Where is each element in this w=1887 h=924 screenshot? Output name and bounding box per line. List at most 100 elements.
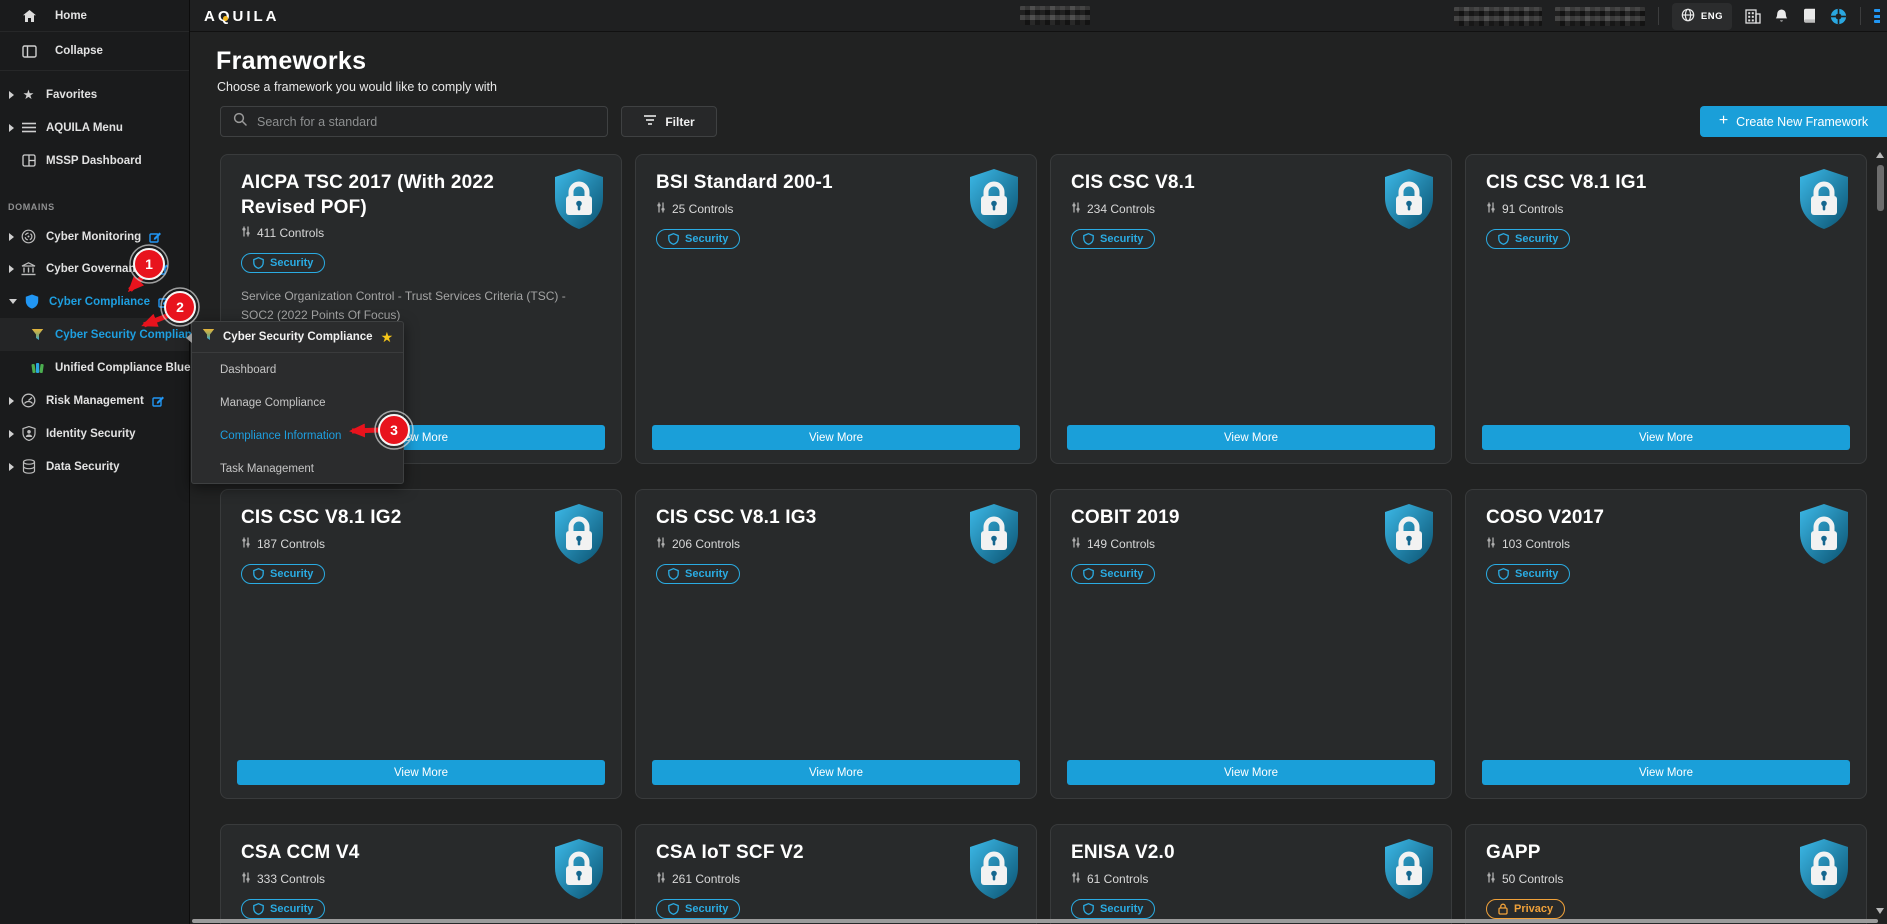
view-more-button[interactable]: View More [652, 425, 1020, 450]
collapse-panel-icon [22, 45, 37, 58]
controls-sliders-icon [1486, 537, 1496, 551]
chevron-right-icon [9, 124, 14, 132]
edit-icon[interactable] [158, 296, 170, 308]
funnel-icon [202, 328, 215, 346]
menu-partial-icon[interactable] [1874, 9, 1880, 23]
framework-tag-label: Security [1100, 233, 1143, 245]
context-menu-title: Cyber Security Compliance [223, 331, 373, 343]
view-more-button[interactable]: View More [1067, 760, 1435, 785]
horizontal-scroll-thumb[interactable] [192, 919, 1878, 923]
chevron-right-icon [9, 463, 14, 471]
framework-card: BSI Standard 200-1 25 Controls Security [635, 154, 1037, 464]
identity-icon [21, 426, 36, 441]
menu-item-dashboard[interactable]: Dashboard [192, 353, 403, 386]
shield-lock-icon [968, 168, 1020, 235]
framework-controls-count: 187 Controls [257, 537, 325, 551]
shield-outline-icon [1083, 568, 1094, 580]
filter-button[interactable]: Filter [621, 106, 717, 137]
framework-title: CIS CSC V8.1 IG2 [241, 506, 601, 531]
vertical-scroll-thumb[interactable] [1877, 165, 1884, 211]
sidebar-item-aquila-menu[interactable]: AQUILA Menu [0, 111, 189, 144]
sidebar-item-risk-management[interactable]: Risk Management [0, 384, 189, 417]
view-more-button[interactable]: View More [1482, 760, 1850, 785]
favorite-star-icon[interactable]: ★ [381, 330, 394, 344]
sidebar-item-cyber-monitoring[interactable]: Cyber Monitoring [0, 220, 189, 253]
view-more-button[interactable]: View More [1482, 425, 1850, 450]
shield-lock-icon [968, 838, 1020, 905]
framework-card: COBIT 2019 149 Controls Security [1050, 489, 1452, 799]
framework-controls-count: 91 Controls [1502, 202, 1563, 216]
governance-bank-icon [21, 262, 36, 276]
search-box[interactable] [220, 106, 608, 137]
scroll-up-arrow[interactable] [1876, 152, 1884, 158]
framework-tag-badge: Security [656, 229, 740, 249]
help-ring-icon[interactable] [1830, 8, 1847, 25]
sidebar-item-home[interactable]: Home [0, 0, 189, 32]
horizontal-scrollbar[interactable] [190, 919, 1887, 924]
controls-sliders-icon [241, 872, 251, 886]
framework-tag-label: Security [1515, 568, 1558, 580]
framework-card: CSA CCM V4 333 Controls Security [220, 824, 622, 924]
sidebar-item-cyber-governance[interactable]: Cyber Governance [0, 252, 189, 285]
shield-outline-icon [1083, 903, 1094, 915]
filter-icon [643, 114, 657, 129]
framework-tag-label: Security [685, 233, 728, 245]
edit-icon[interactable] [149, 231, 161, 243]
menu-item-compliance-information[interactable]: Compliance Information [192, 419, 403, 452]
vertical-scrollbar[interactable] [1875, 150, 1886, 916]
shield-outline-icon [1498, 568, 1509, 580]
menu-item-task-management[interactable]: Task Management [192, 452, 403, 485]
dashboard-icon [21, 154, 36, 167]
sidebar-collapse-button[interactable]: Collapse [0, 32, 189, 71]
framework-controls-count: 61 Controls [1087, 872, 1148, 886]
notifications-bell-icon[interactable] [1774, 8, 1789, 24]
sidebar-item-cyber-compliance[interactable]: Cyber Compliance [0, 285, 189, 318]
menu-notch [186, 333, 192, 343]
create-new-framework-button[interactable]: + Create New Framework [1700, 106, 1887, 137]
blueprint-icon [30, 362, 45, 374]
menu-item-manage-compliance[interactable]: Manage Compliance [192, 386, 403, 419]
sidebar-item-cyber-security-compliance[interactable]: Cyber Security Complian... [0, 318, 189, 351]
search-input[interactable] [257, 115, 595, 129]
sidebar-item-data-security[interactable]: Data Security [0, 450, 189, 483]
language-button[interactable]: ENG [1672, 3, 1732, 30]
framework-tag-badge: Security [1071, 229, 1155, 249]
edit-icon[interactable] [156, 263, 168, 275]
framework-tag-badge: Security [656, 564, 740, 584]
sidebar-item-mssp-dashboard[interactable]: MSSP Dashboard [0, 144, 189, 177]
framework-card: CIS CSC V8.1 IG3 206 Controls Security [635, 489, 1037, 799]
controls-sliders-icon [241, 537, 251, 551]
shield-lock-icon [1383, 168, 1435, 235]
framework-controls-count: 234 Controls [1087, 202, 1155, 216]
sidebar-item-favorites[interactable]: ★ Favorites [0, 78, 189, 111]
shield-lock-icon [1383, 503, 1435, 570]
sidebar-item-unified-compliance-blueprint[interactable]: Unified Compliance Blue... [0, 351, 189, 384]
shield-lock-icon [1798, 838, 1850, 905]
shield-lock-icon [553, 503, 605, 570]
chevron-right-icon [9, 91, 14, 99]
redacted-text [1020, 6, 1090, 25]
sidebar: Home Collapse ★ Favorites AQUILA Menu MS… [0, 0, 190, 924]
framework-tag-badge: Security [241, 253, 325, 273]
scroll-down-arrow[interactable] [1876, 908, 1884, 914]
view-more-button[interactable]: View More [237, 760, 605, 785]
framework-controls-count: 206 Controls [672, 537, 740, 551]
framework-card: CIS CSC V8.1 234 Controls Security [1050, 154, 1452, 464]
shield-lock-icon [553, 838, 605, 905]
framework-title: BSI Standard 200-1 [656, 171, 1016, 196]
view-more-button[interactable]: View More [652, 760, 1020, 785]
framework-tag-label: Security [270, 568, 313, 580]
divider [1658, 7, 1659, 25]
sidebar-item-identity-security[interactable]: Identity Security [0, 417, 189, 450]
shield-lock-icon [1798, 503, 1850, 570]
edit-icon[interactable] [152, 395, 164, 407]
framework-tag-label: Security [1100, 903, 1143, 915]
topbar: AQUILA ENG [190, 0, 1887, 32]
shield-outline-icon [1498, 233, 1509, 245]
shield-outline-icon [253, 903, 264, 915]
controls-sliders-icon [1071, 537, 1081, 551]
view-more-button[interactable]: View More [1067, 425, 1435, 450]
docs-book-icon[interactable] [1802, 8, 1817, 24]
context-menu-header: Cyber Security Compliance ★ [192, 322, 403, 353]
organization-icon[interactable] [1745, 9, 1761, 24]
